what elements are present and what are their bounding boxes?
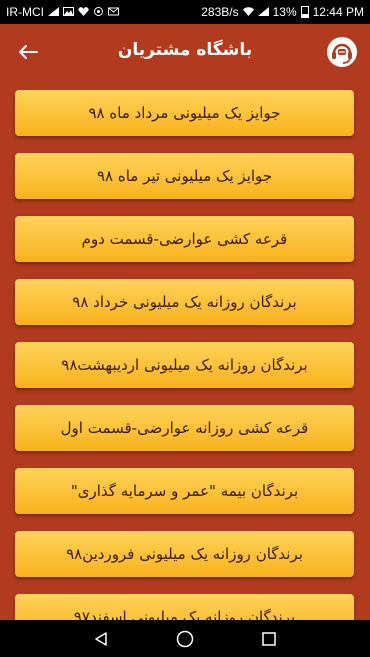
status-left: IR-MCI bbox=[6, 5, 119, 19]
app-bar: باشگاه مشتریان bbox=[0, 24, 370, 80]
status-bar: IR-MCI 283B/s 13% 12:44 PM bbox=[0, 0, 370, 24]
list-item[interactable]: قرعه کشی روزانه عوارضی-قسمت اول bbox=[15, 405, 354, 451]
mail-icon bbox=[108, 5, 119, 19]
status-right: 283B/s 13% 12:44 PM bbox=[201, 5, 364, 19]
list-item[interactable]: برندگان روزانه یک میلیونی فروردین۹۸ bbox=[15, 531, 354, 577]
list-item[interactable]: برندگان روزانه یک میلیونی اسفند۹۷ bbox=[15, 594, 354, 620]
battery-icon bbox=[300, 6, 309, 18]
battery-percent: 13% bbox=[272, 5, 297, 19]
list-item[interactable]: برندگان بیمه "عمر و سرمایه گذاری" bbox=[15, 468, 354, 514]
list-item[interactable]: برندگان روزانه یک میلیونی خرداد ۹۸ bbox=[15, 279, 354, 325]
nav-recents-icon[interactable] bbox=[258, 628, 280, 650]
network-speed: 283B/s bbox=[201, 5, 239, 19]
clock: 12:44 PM bbox=[312, 5, 364, 19]
page-title: باشگاه مشتریان bbox=[117, 40, 253, 60]
carrier-label: IR-MCI bbox=[6, 5, 44, 19]
list-item[interactable]: قرعه کشی عوارضی-قسمت دوم bbox=[15, 216, 354, 262]
support-chat-icon[interactable] bbox=[326, 36, 358, 68]
list-item[interactable]: برندگان روزانه یک میلیونی اردیبهشت۹۸ bbox=[15, 342, 354, 388]
wifi-icon bbox=[242, 5, 254, 19]
whatsapp-icon bbox=[93, 5, 104, 19]
navigation-bar bbox=[0, 620, 370, 657]
heart-icon bbox=[78, 5, 89, 19]
cell-signal-icon bbox=[257, 5, 269, 19]
nav-home-icon[interactable] bbox=[174, 628, 196, 650]
signal-icon bbox=[48, 5, 59, 19]
list-item[interactable]: جوایز یک میلیونی مرداد ماه ۹۸ bbox=[15, 90, 354, 136]
nav-back-icon[interactable] bbox=[90, 628, 112, 650]
customer-club-list: جوایز یک میلیونی مرداد ماه ۹۸ جوایز یک م… bbox=[0, 80, 370, 620]
list-item[interactable]: جوایز یک میلیونی تیر ماه ۹۸ bbox=[15, 153, 354, 199]
image-icon bbox=[63, 5, 74, 19]
